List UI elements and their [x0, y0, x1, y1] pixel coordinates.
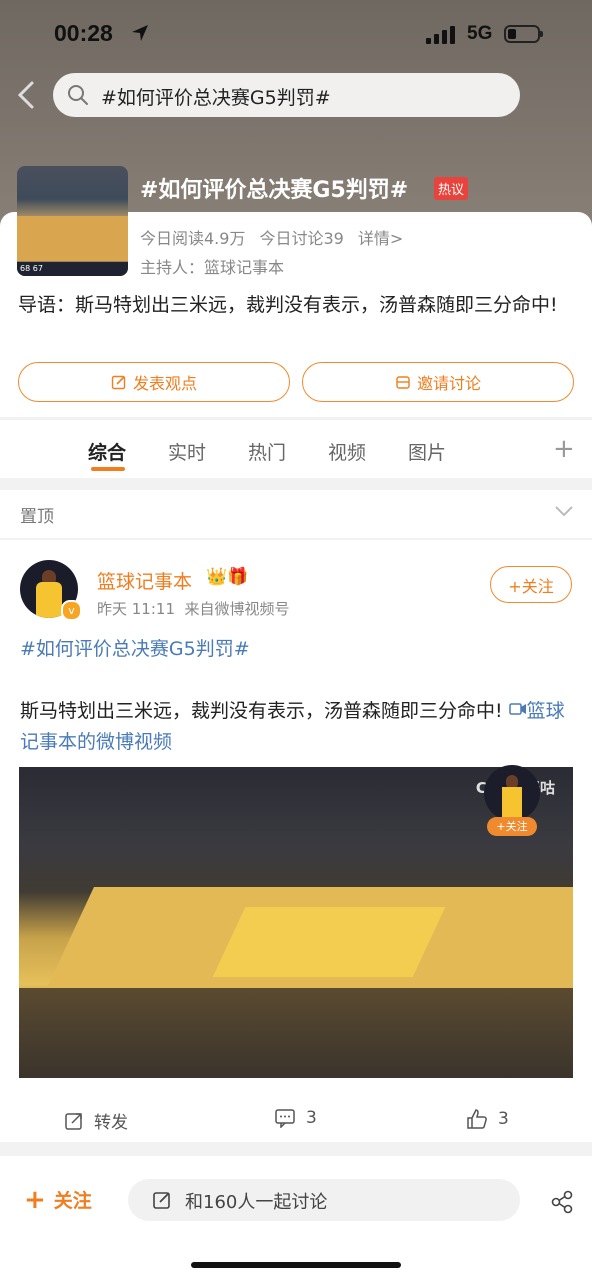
tab-comprehensive[interactable]: 综合: [88, 438, 126, 465]
search-query: #如何评价总决赛G5判罚#: [101, 87, 331, 109]
comment-count: 3: [306, 1108, 317, 1128]
chevron-down-icon[interactable]: [554, 504, 574, 518]
repost-button[interactable]: 转发: [64, 1108, 128, 1133]
topic-guide: 导语：斯马特划出三米远，裁判没有表示，汤普森随即三分命中!: [18, 294, 558, 316]
section-separator: [0, 1142, 592, 1156]
edit-icon: [111, 375, 126, 390]
video-icon: [508, 703, 526, 715]
edit-icon: [153, 1192, 170, 1209]
verified-badge-icon: v: [61, 600, 82, 621]
status-bar: 00:28 5G: [0, 20, 592, 52]
bottom-follow-label: 关注: [53, 1190, 92, 1212]
comment-button[interactable]: 3: [274, 1108, 317, 1128]
pinned-section[interactable]: 置顶: [0, 490, 592, 538]
author-badge-icons: 👑🎁: [206, 567, 249, 587]
post-source[interactable]: 来自微博视频号: [185, 600, 290, 618]
mini-follow-button[interactable]: +关注: [487, 817, 537, 836]
tab-video[interactable]: 视频: [328, 438, 366, 465]
battery-icon: [504, 25, 543, 43]
share-icon[interactable]: [550, 1190, 574, 1214]
location-arrow-icon: [132, 25, 148, 41]
bottom-bar: + 关注 和160人一起讨论: [0, 1156, 592, 1280]
post-opinion-label: 发表观点: [132, 374, 197, 393]
search-icon: [68, 85, 88, 105]
follow-button[interactable]: +关注: [490, 566, 572, 603]
comment-icon: [275, 1109, 295, 1128]
post-meta: 昨天 11:11 来自微博视频号: [97, 598, 290, 619]
post-hashtag[interactable]: #如何评价总决赛G5判罚#: [20, 634, 250, 661]
thumbnail-scorebar: 68 67: [17, 262, 128, 276]
thumbs-up-icon: [467, 1109, 487, 1129]
topic-host[interactable]: 主持人：篮球记事本: [140, 254, 284, 278]
back-icon[interactable]: [14, 80, 40, 110]
crowd: [19, 988, 573, 1078]
like-button[interactable]: 3: [466, 1108, 509, 1130]
mini-author-avatar[interactable]: [484, 765, 540, 821]
invite-icon: [396, 376, 410, 389]
post-body: 斯马特划出三米远，裁判没有表示，汤普森随即三分命中! 篮球记事本的微博视频: [20, 696, 580, 758]
tab-realtime[interactable]: 实时: [168, 438, 206, 465]
invite-discussion-label: 邀请讨论: [416, 374, 481, 393]
details-link[interactable]: 详情>: [358, 229, 403, 248]
video-player[interactable]: CCTV 咪咕: [19, 767, 573, 1078]
plus-icon: +: [24, 1184, 46, 1215]
post-text: 斯马特划出三米远，裁判没有表示，汤普森随即三分命中!: [20, 700, 503, 722]
discussion-placeholder: 和160人一起讨论: [185, 1192, 328, 1213]
network-label: 5G: [467, 23, 493, 44]
status-time: 00:28: [54, 20, 113, 46]
pinned-label: 置顶: [20, 507, 54, 527]
repost-label: 转发: [94, 1113, 128, 1133]
signal-icon: [426, 26, 455, 44]
tab-images[interactable]: 图片: [408, 438, 446, 465]
post-actions: 转发 3 3: [0, 1100, 592, 1140]
author-name[interactable]: 篮球记事本: [97, 567, 192, 594]
tab-hot[interactable]: 热门: [248, 438, 286, 465]
bottom-follow-button[interactable]: + 关注: [24, 1186, 92, 1213]
active-tab-indicator: [91, 467, 125, 471]
repost-icon: [65, 1112, 82, 1130]
search-bar[interactable]: #如何评价总决赛G5判罚#: [53, 73, 520, 117]
add-tab-icon[interactable]: +: [553, 436, 575, 462]
post-time: 昨天 11:11: [97, 600, 175, 618]
home-indicator: [191, 1262, 401, 1268]
like-count: 3: [498, 1109, 509, 1129]
weibo-post: v 篮球记事本 👑🎁 昨天 11:11 来自微博视频号 +关注 #如何评价总决赛…: [0, 540, 592, 1142]
discussions-count: 今日讨论39: [259, 229, 344, 248]
topic-stats: 今日阅读4.9万 今日讨论39 详情>: [140, 225, 417, 249]
topic-thumbnail[interactable]: 68 67: [17, 166, 128, 276]
reads-count: 今日阅读4.9万: [140, 229, 246, 248]
topic-title: #如何评价总决赛G5判罚#: [140, 178, 409, 203]
feed-tabs: 综合 实时 热门 视频 图片 +: [0, 420, 592, 478]
court-paint: [212, 907, 446, 977]
discussion-input[interactable]: 和160人一起讨论: [128, 1179, 520, 1221]
invite-discussion-button[interactable]: 邀请讨论: [302, 362, 574, 402]
hot-badge: 热议: [434, 177, 469, 200]
post-opinion-button[interactable]: 发表观点: [18, 362, 290, 402]
